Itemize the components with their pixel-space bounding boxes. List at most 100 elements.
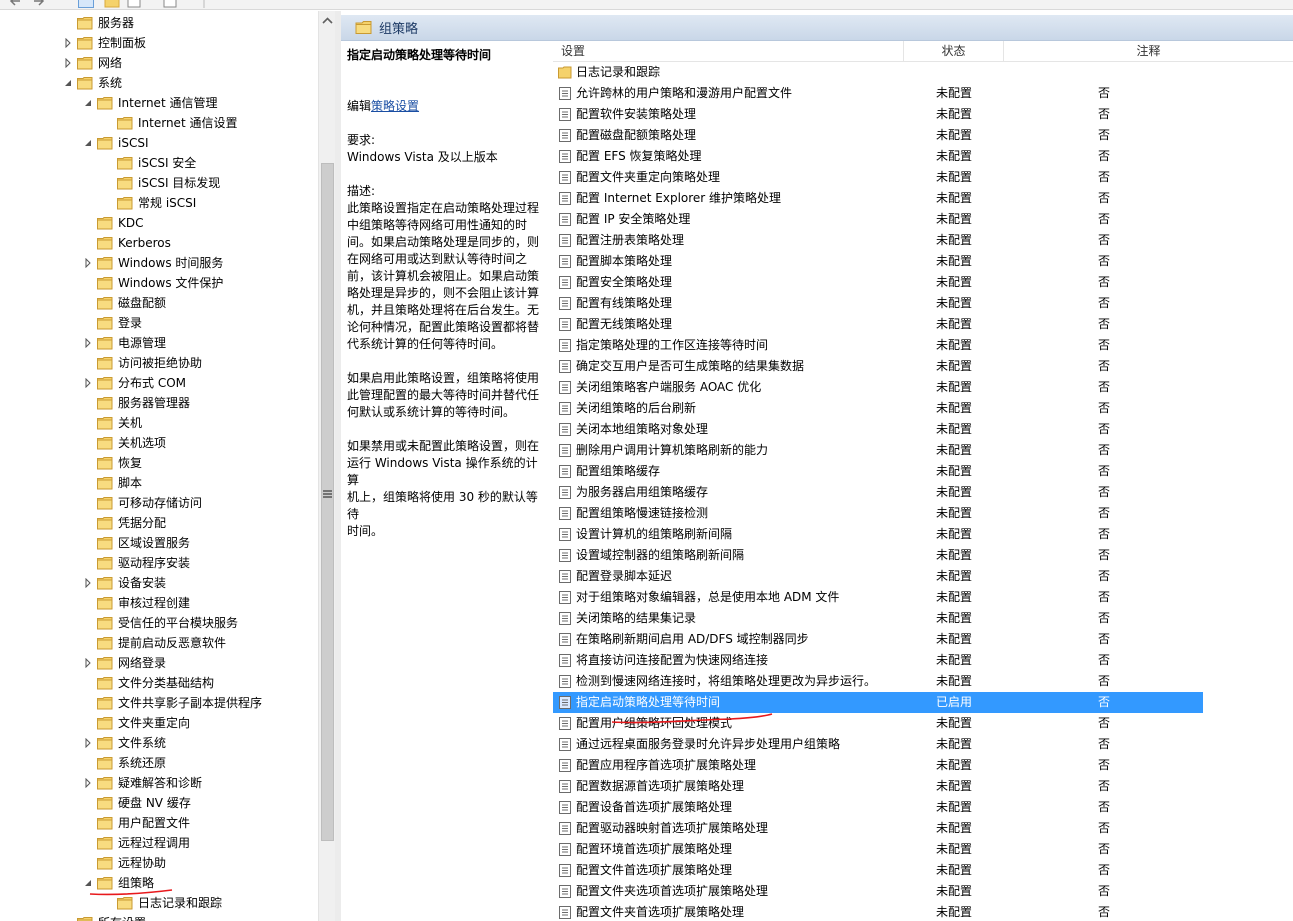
list-row[interactable]: 配置 IP 安全策略处理 未配置 否 — [553, 209, 1203, 230]
list-row[interactable]: 配置无线策略处理 未配置 否 — [553, 314, 1203, 335]
expanded-arrow-icon[interactable] — [83, 138, 93, 148]
tree-item[interactable]: 组策略 — [85, 873, 156, 893]
tree-item[interactable]: 关机 — [97, 413, 143, 433]
list-row[interactable]: 配置有线策略处理 未配置 否 — [553, 293, 1203, 314]
list-row[interactable]: 配置组策略慢速链接检测 未配置 否 — [553, 503, 1203, 524]
collapsed-arrow-icon[interactable] — [83, 658, 93, 668]
help-icon[interactable] — [162, 0, 178, 8]
list-row[interactable]: 配置文件首选项扩展策略处理 未配置 否 — [553, 860, 1203, 881]
list-row[interactable]: 配置脚本策略处理 未配置 否 — [553, 251, 1203, 272]
tree-item[interactable]: 审核过程创建 — [97, 593, 191, 613]
tree-item[interactable]: 磁盘配额 — [97, 293, 167, 313]
tree-item[interactable]: 访问被拒绝协助 — [97, 353, 203, 373]
tree-item[interactable]: Windows 时间服务 — [85, 253, 224, 273]
list-folder-row[interactable]: 日志记录和跟踪 — [553, 62, 1203, 83]
tree-item[interactable]: 受信任的平台模块服务 — [97, 613, 239, 633]
list-row[interactable]: 为服务器启用组策略缓存 未配置 否 — [553, 482, 1203, 503]
list-row[interactable]: 配置环境首选项扩展策略处理 未配置 否 — [553, 839, 1203, 860]
column-header-setting[interactable]: 设置 — [553, 41, 904, 62]
tree-item[interactable]: 文件系统 — [85, 733, 167, 753]
tree-item[interactable]: 远程过程调用 — [97, 833, 191, 853]
tree-item[interactable]: 服务器 — [77, 13, 135, 33]
tree-item[interactable]: 驱动程序安装 — [97, 553, 191, 573]
list-row[interactable]: 配置磁盘配额策略处理 未配置 否 — [553, 125, 1203, 146]
list-row[interactable]: 检测到慢速网络连接时，将组策略处理更改为异步运行。 未配置 否 — [553, 671, 1203, 692]
tree-item[interactable]: 控制面板 — [65, 33, 147, 53]
tree-item[interactable]: 网络 — [65, 53, 123, 73]
list-row[interactable]: 在策略刷新期间启用 AD/DFS 域控制器同步 未配置 否 — [553, 629, 1203, 650]
tree-item[interactable]: 设备安装 — [85, 573, 167, 593]
collapsed-arrow-icon[interactable] — [83, 258, 93, 268]
collapsed-arrow-icon[interactable] — [83, 338, 93, 348]
list-row[interactable]: 配置驱动器映射首选项扩展策略处理 未配置 否 — [553, 818, 1203, 839]
tree-item[interactable]: KDC — [97, 213, 145, 233]
tree-item[interactable]: iSCSI 安全 — [117, 153, 197, 173]
list-row[interactable]: 关闭本地组策略对象处理 未配置 否 — [553, 419, 1203, 440]
list-row[interactable]: 通过远程桌面服务登录时允许异步处理用户组策略 未配置 否 — [553, 734, 1203, 755]
expanded-arrow-icon[interactable] — [63, 78, 73, 88]
expanded-arrow-icon[interactable] — [83, 98, 93, 108]
tree-item[interactable]: 文件共享影子副本提供程序 — [97, 693, 263, 713]
tree-item[interactable]: 区域设置服务 — [97, 533, 191, 553]
list-row[interactable]: 配置软件安装策略处理 未配置 否 — [553, 104, 1203, 125]
properties-icon[interactable] — [126, 0, 142, 8]
list-row[interactable]: 配置设备首选项扩展策略处理 未配置 否 — [553, 797, 1203, 818]
list-row[interactable]: 指定启动策略处理等待时间 已启用 否 — [553, 692, 1203, 713]
list-row[interactable]: 配置文件夹选项首选项扩展策略处理 未配置 否 — [553, 881, 1203, 902]
list-row[interactable]: 配置 Internet Explorer 维护策略处理 未配置 否 — [553, 188, 1203, 209]
list-row[interactable]: 确定交互用户是否可生成策略的结果集数据 未配置 否 — [553, 356, 1203, 377]
list-row[interactable]: 配置数据源首选项扩展策略处理 未配置 否 — [553, 776, 1203, 797]
column-header-state[interactable]: 状态 — [904, 41, 1004, 62]
tree-item[interactable]: iSCSI — [85, 133, 150, 153]
list-row[interactable]: 对于组策略对象编辑器，总是使用本地 ADM 文件 未配置 否 — [553, 587, 1203, 608]
list-row[interactable]: 配置应用程序首选项扩展策略处理 未配置 否 — [553, 755, 1203, 776]
tree-item[interactable]: 日志记录和跟踪 — [117, 893, 223, 913]
tree-item[interactable]: 用户配置文件 — [97, 813, 191, 833]
list-row[interactable]: 将直接访问连接配置为快速网络连接 未配置 否 — [553, 650, 1203, 671]
tree-item[interactable]: 凭据分配 — [97, 513, 167, 533]
tree-item[interactable]: 常规 iSCSI — [117, 193, 197, 213]
tree-item[interactable]: 文件分类基础结构 — [97, 673, 215, 693]
list-row[interactable]: 设置计算机的组策略刷新间隔 未配置 否 — [553, 524, 1203, 545]
tree-item[interactable]: Kerberos — [97, 233, 172, 253]
tree-item[interactable]: 系统 — [65, 73, 123, 93]
tree-item[interactable]: 所有设置 — [77, 913, 147, 921]
tree-item[interactable]: 脚本 — [97, 473, 143, 493]
show-tree-icon[interactable] — [78, 0, 94, 8]
tree-item[interactable]: 可移动存储访问 — [97, 493, 203, 513]
list-row[interactable]: 配置 EFS 恢复策略处理 未配置 否 — [553, 146, 1203, 167]
expanded-arrow-icon[interactable] — [83, 878, 93, 888]
list-row[interactable]: 配置文件夹首选项扩展策略处理 未配置 否 — [553, 902, 1203, 921]
list-row[interactable]: 配置文件夹重定向策略处理 未配置 否 — [553, 167, 1203, 188]
tree-item[interactable]: 分布式 COM — [85, 373, 187, 393]
list-row[interactable]: 配置用户组策略环回处理模式 未配置 否 — [553, 713, 1203, 734]
tree-item[interactable]: Internet 通信设置 — [117, 113, 238, 133]
collapsed-arrow-icon[interactable] — [83, 738, 93, 748]
list-row[interactable]: 指定策略处理的工作区连接等待时间 未配置 否 — [553, 335, 1203, 356]
list-row[interactable]: 允许跨林的用户策略和漫游用户配置文件 未配置 否 — [553, 83, 1203, 104]
tree-item[interactable]: 提前启动反恶意软件 — [97, 633, 227, 653]
collapsed-arrow-icon[interactable] — [83, 578, 93, 588]
tree-item[interactable]: Windows 文件保护 — [97, 273, 224, 293]
collapsed-arrow-icon[interactable] — [83, 378, 93, 388]
tree-item[interactable]: 登录 — [97, 313, 143, 333]
forward-icon[interactable] — [30, 0, 46, 8]
tree-item[interactable]: 系统还原 — [97, 753, 167, 773]
list-row[interactable]: 配置安全策略处理 未配置 否 — [553, 272, 1203, 293]
edit-policy-link[interactable]: 策略设置 — [371, 99, 419, 113]
list-row[interactable]: 设置域控制器的组策略刷新间隔 未配置 否 — [553, 545, 1203, 566]
tree-item[interactable]: 网络登录 — [85, 653, 167, 673]
scroll-up-arrow-icon[interactable] — [319, 14, 336, 28]
collapsed-arrow-icon[interactable] — [63, 58, 73, 68]
tree-item[interactable]: 文件夹重定向 — [97, 713, 191, 733]
tree-item[interactable]: Internet 通信管理 — [85, 93, 218, 113]
list-row[interactable]: 配置登录脚本延迟 未配置 否 — [553, 566, 1203, 587]
tree-item[interactable]: 服务器管理器 — [97, 393, 191, 413]
list-row[interactable]: 删除用户调用计算机策略刷新的能力 未配置 否 — [553, 440, 1203, 461]
tree-item[interactable]: 疑难解答和诊断 — [85, 773, 203, 793]
scrollbar-thumb[interactable] — [321, 163, 334, 841]
tree-scrollbar[interactable] — [318, 11, 335, 921]
list-row[interactable]: 配置注册表策略处理 未配置 否 — [553, 230, 1203, 251]
list-row[interactable]: 关闭策略的结果集记录 未配置 否 — [553, 608, 1203, 629]
list-row[interactable]: 关闭组策略的后台刷新 未配置 否 — [553, 398, 1203, 419]
